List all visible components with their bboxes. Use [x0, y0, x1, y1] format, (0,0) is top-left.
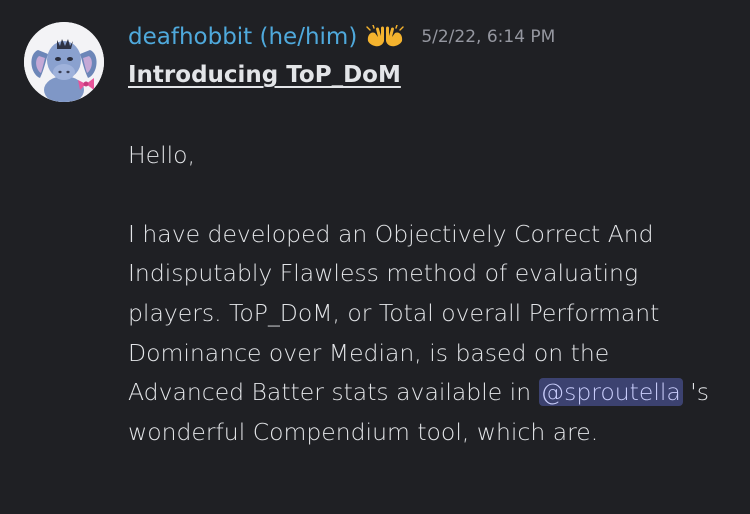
message-content: Introducing ToP_DoM Hello, I have develo…	[128, 56, 728, 452]
raising-hands-icon[interactable]	[365, 24, 407, 50]
message-title: Introducing ToP_DoM	[128, 62, 401, 88]
eeyore-avatar-icon	[24, 22, 104, 102]
user-mention[interactable]: @sproutella	[538, 378, 683, 407]
chat-message: deafhobbit (he/him) 5/2/22, 6:14 PM Intr…	[0, 0, 750, 514]
greeting-text: Hello,	[128, 140, 196, 169]
message-header: deafhobbit (he/him) 5/2/22, 6:14 PM	[128, 20, 555, 54]
username[interactable]: deafhobbit (he/him)	[128, 24, 357, 50]
body-paragraph: I have developed an Objectively Correct …	[128, 215, 728, 453]
avatar[interactable]	[24, 22, 104, 102]
timestamp: 5/2/22, 6:14 PM	[421, 27, 556, 47]
